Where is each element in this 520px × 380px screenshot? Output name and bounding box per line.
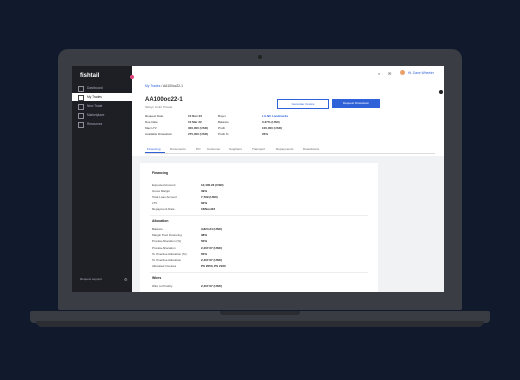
breadcrumb-current: AA100oc22-1 xyxy=(162,84,183,88)
screen: fishtail Dashboard My Trades New Trade M… xyxy=(72,66,444,292)
plus-icon xyxy=(78,104,84,110)
search-icon[interactable]: ⌕ xyxy=(378,71,380,76)
topbar: ⌕ ✉ Hi, Dave Wheeler xyxy=(132,66,444,80)
row-label: LTV xyxy=(152,201,158,205)
meta-label: Max LTV xyxy=(145,126,157,130)
meta-label: Due Date xyxy=(145,120,158,124)
generate-invoice-button[interactable]: Generate Invoice xyxy=(277,99,329,109)
meta-label: Available Drawdown xyxy=(145,132,173,136)
request-support-link[interactable]: Request support xyxy=(80,277,102,281)
wires-heading: Wires xyxy=(152,276,162,280)
row-value: PS 2050, PS 2160 xyxy=(201,264,226,268)
row-value: 38% xyxy=(201,233,208,237)
financing-heading: Financing xyxy=(152,171,169,175)
page-subtitle: Sidsyn Umbr Private xyxy=(145,105,173,109)
buyer-link[interactable]: LA-NC Landmarks xyxy=(262,114,288,118)
sidebar-item-dashboard[interactable]: Dashboard xyxy=(72,84,132,92)
row-label: Wire to Prosthy xyxy=(152,284,173,288)
row-label: Total Loan Amount xyxy=(152,195,177,199)
row-value: 3,824.24 (USD) xyxy=(201,227,222,231)
row-label: Margin Pool Financing xyxy=(152,233,182,237)
support-icon[interactable]: ⚙ xyxy=(124,277,128,282)
row-value: 2,407.07 (USD) xyxy=(201,258,222,262)
sidebar-item-new-trade[interactable]: New Trade xyxy=(72,102,132,110)
request-drawdown-button[interactable]: Request Drawdown xyxy=(332,99,380,108)
meta-label: Profit % xyxy=(218,132,229,136)
user-menu[interactable]: Hi, Dave Wheeler xyxy=(408,71,434,75)
tab-documents[interactable]: Documents xyxy=(170,147,186,151)
sidebar: fishtail Dashboard My Trades New Trade M… xyxy=(72,66,132,292)
store-icon xyxy=(78,113,84,119)
book-icon xyxy=(78,122,84,128)
sidebar-item-marketplace[interactable]: Marketplace xyxy=(72,111,132,119)
webcam-icon xyxy=(258,55,262,59)
tab-customer[interactable]: Customer xyxy=(207,147,220,151)
tab-repayments[interactable]: Repayments xyxy=(276,147,293,151)
tab-bar: Financing Documents PO Customer Supplier… xyxy=(145,146,435,154)
meta-label: Balance xyxy=(218,120,229,124)
meta-value: 26% xyxy=(262,132,269,136)
row-label: To Overdue Allocation xyxy=(152,258,182,262)
row-label: Allocated Invoices xyxy=(152,264,177,268)
row-value: 16/Nov/23 xyxy=(201,207,216,211)
laptop-foot xyxy=(36,321,484,327)
panel-toggle[interactable] xyxy=(439,90,443,94)
row-label: Expected Amount xyxy=(152,183,176,187)
dashboard-icon xyxy=(78,86,84,92)
trades-icon xyxy=(78,95,84,101)
row-label: Repayment Date xyxy=(152,207,175,211)
row-label: Prorata Allocation xyxy=(152,246,176,250)
breadcrumb: My Trades / AA100oc22-1 xyxy=(145,84,183,88)
divider xyxy=(150,272,368,273)
tab-po[interactable]: PO xyxy=(196,147,200,151)
tab-suppliers[interactable]: Suppliers xyxy=(229,147,242,151)
row-label: Balance xyxy=(152,227,163,231)
row-value: 62% xyxy=(201,201,208,205)
avatar[interactable] xyxy=(400,70,405,75)
meta-value: 10 Nov 22 xyxy=(188,114,203,118)
laptop-notch xyxy=(220,311,300,315)
meta-value: 0.37% (USD) xyxy=(262,120,280,124)
row-value: 39% xyxy=(201,189,208,193)
row-value: 2,407.07 (USD) xyxy=(201,246,222,250)
meta-value: 275,000 (USD) xyxy=(188,132,209,136)
tab-drawdowns[interactable]: Drawdowns xyxy=(303,147,319,151)
meta-label: Profit xyxy=(218,126,226,130)
app-logo: fishtail xyxy=(80,73,100,79)
meta-value: 10 Mar 22 xyxy=(188,120,202,124)
tab-transport[interactable]: Transport xyxy=(252,147,265,151)
row-value: 2,407.07 (USD) xyxy=(201,284,222,288)
allocation-heading: Allocation xyxy=(152,219,169,223)
sidebar-item-resources[interactable]: Resources xyxy=(72,120,132,128)
page-title: AA100oc22-1 xyxy=(145,97,183,103)
meta-value: 300,000 (USD) xyxy=(188,126,209,130)
row-label: To Overdue Allocation (%) xyxy=(152,252,187,256)
active-tab-indicator xyxy=(145,152,165,153)
sidebar-item-my-trades[interactable]: My Trades xyxy=(72,93,132,101)
tab-financing[interactable]: Financing xyxy=(147,147,160,151)
row-label: Gross Margin xyxy=(152,189,171,193)
row-label: Prorata Allocation (%) xyxy=(152,239,182,243)
row-value: 50% xyxy=(201,239,208,243)
row-value: 50% xyxy=(201,252,208,256)
breadcrumb-my-trades[interactable]: My Trades xyxy=(145,84,160,88)
divider xyxy=(150,215,368,216)
mail-icon[interactable]: ✉ xyxy=(388,71,391,76)
meta-label: Buyer xyxy=(218,114,226,118)
row-value: 7,799 (USD) xyxy=(201,195,218,199)
meta-label: Request Date xyxy=(145,114,164,118)
row-value: 12,435.23 (USD) xyxy=(201,183,224,187)
meta-value: 100,000 (USD) xyxy=(262,126,283,130)
